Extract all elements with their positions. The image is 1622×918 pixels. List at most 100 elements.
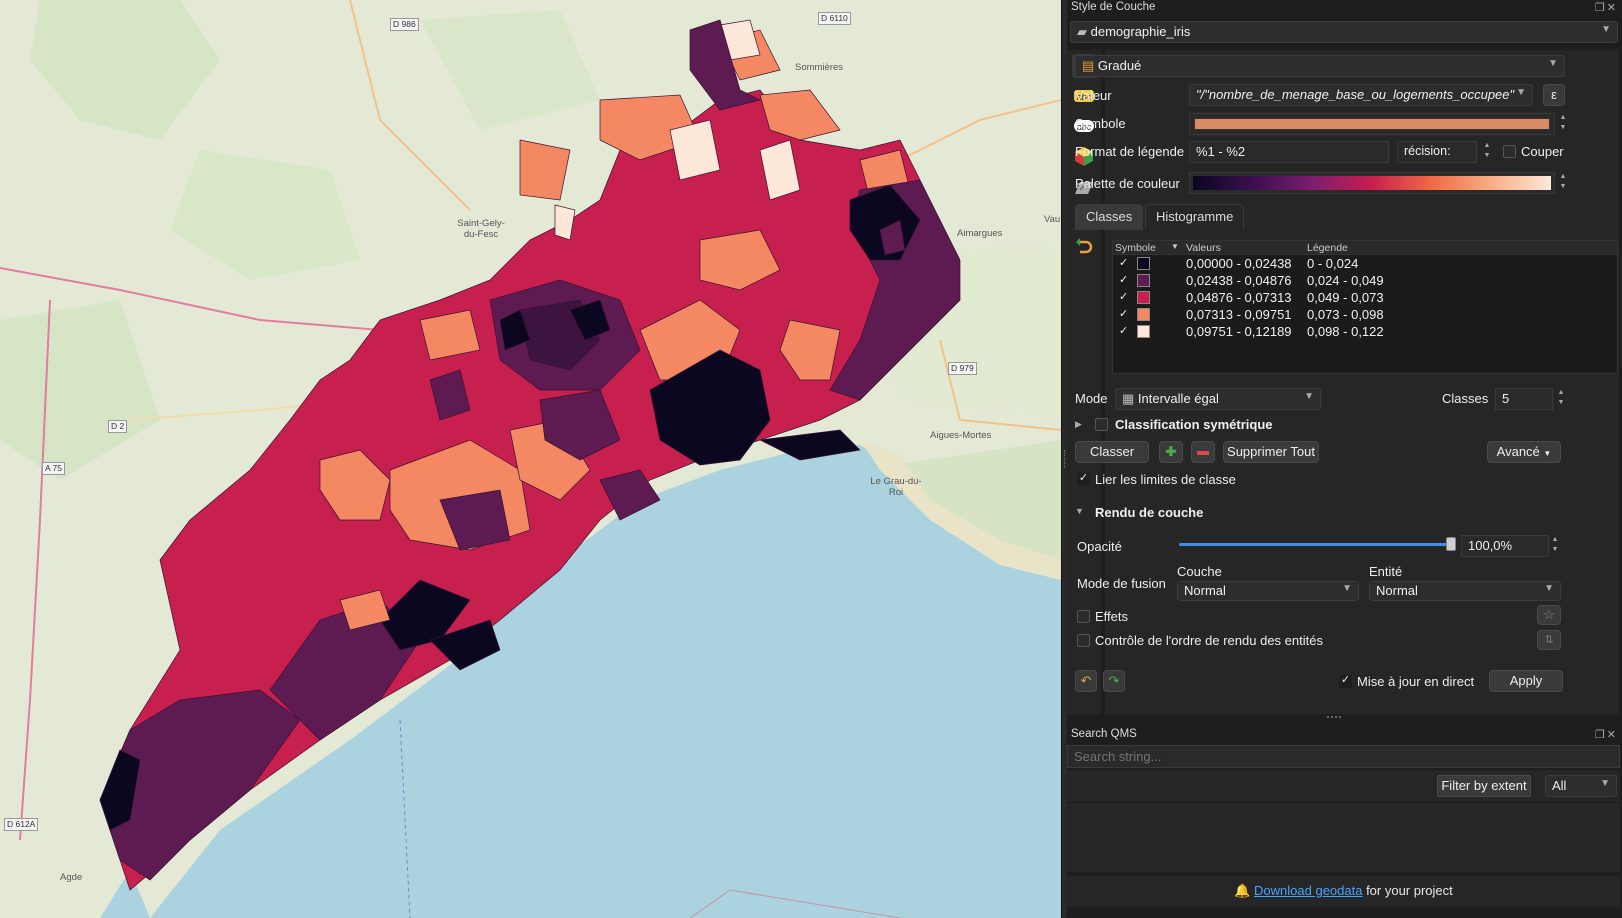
road-label: D 612A xyxy=(4,818,39,831)
column-symbol[interactable]: Symbole xyxy=(1115,242,1156,254)
legend-format-input[interactable]: %1 - %2 xyxy=(1189,141,1389,163)
trim-checkbox[interactable] xyxy=(1503,145,1516,158)
class-row[interactable]: ✓ 0,04876 - 0,07313 0,049 - 0,073 xyxy=(1113,289,1617,306)
blend-feature-label: Entité xyxy=(1369,564,1403,579)
class-row[interactable]: ✓ 0,00000 - 0,02438 0 - 0,024 xyxy=(1113,255,1617,272)
apply-button[interactable]: Apply xyxy=(1489,670,1563,692)
layer-select[interactable]: ▰ demographie_iris ▼ xyxy=(1070,21,1618,43)
download-suffix: for your project xyxy=(1362,883,1453,898)
class-color-swatch[interactable] xyxy=(1137,291,1150,304)
filter-by-extent-button[interactable]: Filter by extent xyxy=(1437,775,1531,797)
choropleth-map[interactable] xyxy=(0,0,1061,918)
class-values[interactable]: 0,02438 - 0,04876 xyxy=(1186,273,1292,288)
dock-title: Style de Couche ❐✕ xyxy=(1071,1,1618,14)
class-row[interactable]: ✓ 0,07313 - 0,09751 0,073 - 0,098 xyxy=(1113,306,1617,323)
column-legend[interactable]: Légende xyxy=(1307,242,1348,254)
symbol-preview-button[interactable] xyxy=(1189,113,1555,135)
class-legend[interactable]: 0,073 - 0,098 xyxy=(1307,307,1384,322)
render-order-checkbox[interactable] xyxy=(1077,634,1090,647)
class-values[interactable]: 0,00000 - 0,02438 xyxy=(1186,256,1292,271)
bell-icon: 🔔 xyxy=(1234,883,1251,898)
expand-arrow-icon[interactable]: ▶ xyxy=(1075,419,1082,430)
render-order-icon[interactable]: ⇅ xyxy=(1537,630,1561,650)
blend-feature-select[interactable]: Normal ▼ xyxy=(1369,581,1561,601)
classes-count-spinner[interactable]: ▲ ▼ xyxy=(1555,388,1567,410)
color-ramp-button[interactable] xyxy=(1189,172,1555,194)
class-values[interactable]: 0,07313 - 0,09751 xyxy=(1186,307,1292,322)
collapse-arrow-icon[interactable]: ▼ xyxy=(1075,506,1084,516)
blend-layer-select[interactable]: Normal ▼ xyxy=(1177,581,1359,601)
place-label: Vau xyxy=(1044,214,1061,225)
dock-resize-handle[interactable] xyxy=(1327,716,1341,718)
class-color-swatch[interactable] xyxy=(1137,257,1150,270)
qms-results-list[interactable] xyxy=(1067,802,1620,872)
class-legend[interactable]: 0,049 - 0,073 xyxy=(1307,290,1384,305)
class-color-swatch[interactable] xyxy=(1137,274,1150,287)
class-row[interactable]: ✓ 0,02438 - 0,04876 0,024 - 0,049 xyxy=(1113,272,1617,289)
place-label: Sommières xyxy=(795,62,844,73)
effects-label: Effets xyxy=(1095,609,1129,624)
history-icon[interactable] xyxy=(1072,234,1096,258)
live-update-checkbox[interactable]: ✓ xyxy=(1339,675,1352,688)
class-visible-checkbox[interactable]: ✓ xyxy=(1119,256,1128,269)
opacity-input[interactable]: 100,0% xyxy=(1461,535,1549,557)
classify-button[interactable]: Classer xyxy=(1075,441,1149,463)
opacity-slider-handle[interactable] xyxy=(1446,537,1456,551)
class-visible-checkbox[interactable]: ✓ xyxy=(1119,290,1128,303)
road-label: D 979 xyxy=(948,362,977,375)
class-visible-checkbox[interactable]: ✓ xyxy=(1119,324,1128,337)
qms-search-input[interactable] xyxy=(1067,745,1620,768)
delete-all-button[interactable]: Supprimer Tout xyxy=(1223,441,1319,463)
redo-icon[interactable]: ↷ xyxy=(1103,670,1125,692)
map-canvas[interactable]: Sommières Saint-Gely- du-Fesc Aimargues … xyxy=(0,0,1061,918)
trim-label: Couper xyxy=(1521,144,1564,159)
place-label: Aimargues xyxy=(957,228,1003,239)
add-class-icon[interactable]: ✚ xyxy=(1159,441,1183,463)
class-color-swatch[interactable] xyxy=(1137,325,1150,338)
symbol-dropdown-arrow[interactable]: ▲ ▼ xyxy=(1557,113,1569,135)
mode-select[interactable]: ▦ Intervalle égal ▼ xyxy=(1115,388,1321,410)
class-visible-checkbox[interactable]: ✓ xyxy=(1119,273,1128,286)
chevron-down-icon: ▼ xyxy=(1342,583,1352,594)
class-legend[interactable]: 0 - 0,024 xyxy=(1307,256,1358,271)
class-legend[interactable]: 0,098 - 0,122 xyxy=(1307,324,1384,339)
undo-icon[interactable]: ↶ xyxy=(1075,670,1097,692)
download-geodata-link[interactable]: Download geodata xyxy=(1254,883,1362,898)
class-values[interactable]: 0,04876 - 0,07313 xyxy=(1186,290,1292,305)
place-label: Le Grau-du- Roi xyxy=(870,476,922,498)
class-values[interactable]: 0,09751 - 0,12189 xyxy=(1186,324,1292,339)
place-label: Agde xyxy=(60,872,83,883)
effects-checkbox[interactable] xyxy=(1077,610,1090,623)
tab-histogram[interactable]: Histogramme xyxy=(1145,204,1245,230)
class-row[interactable]: ✓ 0,09751 - 0,12189 0,098 - 0,122 xyxy=(1113,323,1617,340)
opacity-spinner[interactable]: ▲ ▼ xyxy=(1549,535,1561,557)
class-color-swatch[interactable] xyxy=(1137,308,1150,321)
remove-class-icon[interactable] xyxy=(1191,441,1215,463)
dock-float-close-icon[interactable]: ❐✕ xyxy=(1595,728,1618,741)
precision-field[interactable]: récision: xyxy=(1397,141,1477,163)
color-ramp-dropdown-arrow[interactable]: ▲ ▼ xyxy=(1557,172,1569,194)
class-legend[interactable]: 0,024 - 0,049 xyxy=(1307,273,1384,288)
dock-float-close-icon[interactable]: ❐✕ xyxy=(1595,1,1618,14)
renderer-select[interactable]: ▤ Gradué ▼ xyxy=(1075,55,1565,77)
blend-layer-label: Couche xyxy=(1177,564,1222,579)
class-visible-checkbox[interactable]: ✓ xyxy=(1119,307,1128,320)
effects-star-icon[interactable]: ☆ xyxy=(1537,605,1561,625)
value-expression-field[interactable]: "/"nombre_de_menage_base_ou_logements_oc… xyxy=(1189,84,1533,106)
symmetric-checkbox[interactable] xyxy=(1095,418,1108,431)
column-values[interactable]: Valeurs xyxy=(1186,242,1221,254)
chevron-down-icon: ▼ xyxy=(1600,778,1610,789)
mode-label: Mode xyxy=(1075,391,1108,406)
tab-classes[interactable]: Classes xyxy=(1075,204,1144,230)
layer-rendering-section[interactable]: Rendu de couche xyxy=(1095,505,1203,520)
classes-count-input[interactable]: 5 xyxy=(1495,388,1553,410)
link-bounds-checkbox[interactable]: ✓ xyxy=(1077,473,1090,486)
opacity-slider[interactable] xyxy=(1179,543,1451,546)
filter-type-select[interactable]: All ▼ xyxy=(1545,775,1617,797)
equal-interval-icon: ▦ xyxy=(1122,391,1135,406)
road-label: D 2 xyxy=(108,420,128,433)
class-table[interactable]: Symbole ▼ Valeurs Légende ✓ 0,00000 - 0,0… xyxy=(1112,240,1618,374)
advanced-button[interactable]: Avancé ▼ xyxy=(1487,441,1561,463)
precision-spinner[interactable]: ▲ ▼ xyxy=(1481,141,1493,163)
expression-builder-button[interactable]: ε xyxy=(1543,84,1565,106)
